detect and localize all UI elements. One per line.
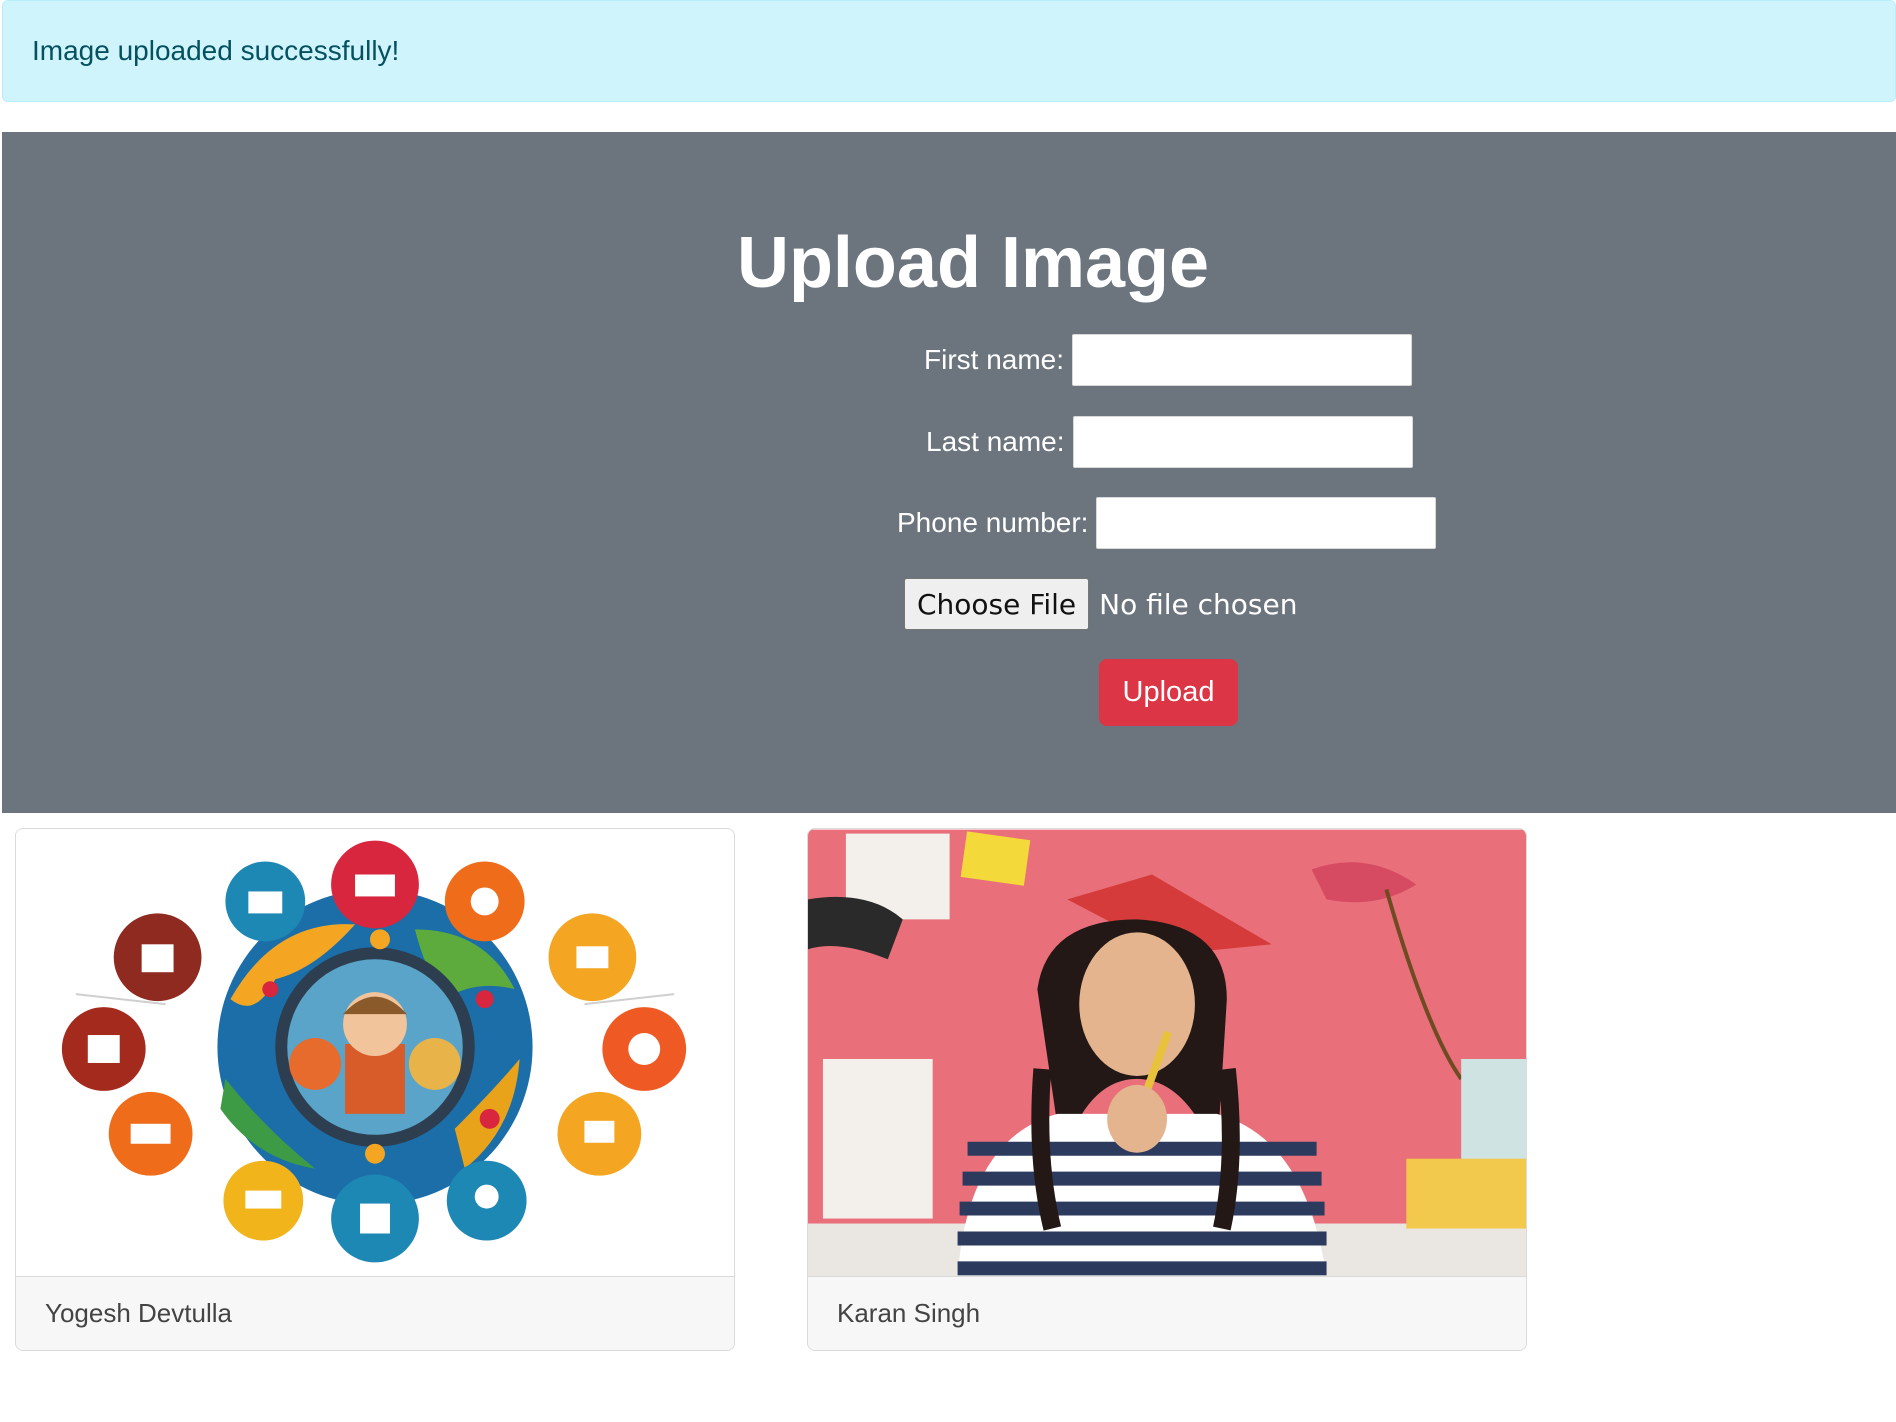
last-name-label: Last name: — [926, 426, 1065, 457]
last-name-input[interactable] — [1072, 416, 1413, 468]
gallery-card: Karan Singh — [807, 828, 1527, 1351]
choose-file-button[interactable]: Choose File — [904, 578, 1090, 630]
card-caption: Yogesh Devtulla — [16, 1276, 734, 1350]
phone-input[interactable] — [1096, 497, 1437, 549]
card-image — [16, 829, 734, 1278]
last-name-row: Last name: — [926, 416, 1413, 468]
card-caption: Karan Singh — [808, 1276, 1526, 1350]
thoughtful-student-with-book-photo — [808, 829, 1526, 1278]
file-row: Choose File No file chosen — [904, 578, 1298, 630]
page-title: Upload Image — [736, 223, 1210, 303]
upload-section: Upload Image First name: Last name: Phon… — [2, 132, 1896, 813]
first-name-label: First name: — [924, 344, 1065, 375]
phone-label: Phone number: — [897, 507, 1089, 538]
alert-message: Image uploaded successfully! — [32, 35, 400, 66]
education-globe-illustration — [16, 829, 734, 1278]
gallery-card: Yogesh Devtulla — [15, 828, 735, 1351]
upload-button[interactable]: Upload — [1099, 659, 1238, 726]
file-status: No file chosen — [1099, 587, 1298, 621]
phone-row: Phone number: — [897, 497, 1437, 549]
first-name-row: First name: — [924, 334, 1413, 386]
card-image — [808, 829, 1526, 1278]
success-alert: Image uploaded successfully! — [2, 0, 1896, 102]
first-name-input[interactable] — [1072, 334, 1413, 386]
